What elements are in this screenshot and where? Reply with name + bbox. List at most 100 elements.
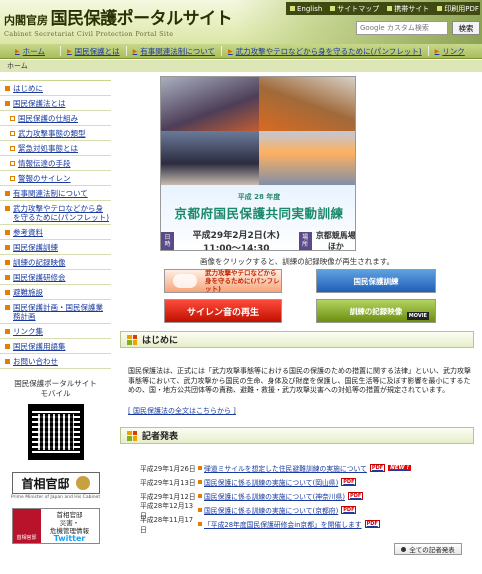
search-input[interactable] — [356, 21, 448, 35]
press-row: 平成29年1月26日 弾道ミサイルを想定した住民避難訓練の実施について PDF NEW… — [140, 461, 472, 475]
press-heading: 記者発表 — [120, 427, 474, 444]
nav-divider — [221, 46, 223, 56]
intro-heading: はじめに — [120, 331, 474, 348]
press-row: 平成29年1月13日 国民保護に係る訓練の実施について(岡山県) PDF — [140, 475, 472, 489]
sidebar-item[interactable]: 情報伝達の手段 — [0, 156, 111, 171]
drill-video-banner[interactable]: 平成 28 年度 京都府国民保護共同実動訓練 日時 平成29年2月2日(木) 1… — [160, 76, 356, 251]
new-badge: NEW ! — [388, 465, 412, 471]
press-list: 平成29年1月26日 弾道ミサイルを想定した住民避難訓練の実施について PDF NEW… — [140, 461, 472, 534]
square-bullet-icon — [198, 508, 202, 512]
siren-play-button[interactable]: サイレン音の再生 — [164, 299, 282, 323]
sidebar-item[interactable]: 国民保護の仕組み — [0, 111, 111, 126]
square-bullet-icon — [5, 290, 10, 295]
arrow-right-icon: ▶ — [132, 47, 138, 55]
util-print-pdf-link[interactable]: 印刷用PDF — [433, 4, 482, 14]
nav-divider — [60, 46, 61, 56]
sidebar-item-label: 国民保護計画・国民保護業務計画 — [13, 303, 103, 321]
logo-title: 国民保護ポータルサイト — [50, 9, 233, 29]
sidebar-item[interactable]: 武力攻撃事態の類型 — [0, 126, 111, 141]
press-date: 平成28年11月17日 — [140, 516, 194, 534]
intro-body: 国民保護法は、正式には「武力攻撃事態等における国民の保護のための措置に関する法律… — [128, 367, 471, 394]
sidebar-item[interactable]: お問い合わせ — [0, 354, 111, 369]
drill-video-label: 訓練の記録映像 — [349, 306, 403, 316]
kantei-banner[interactable]: 首相官邸 — [11, 472, 100, 494]
sidebar-item[interactable]: 武力攻撃やテロなどから身を守るために(パンフレット) — [0, 201, 111, 225]
sidebar-item[interactable]: 訓練の記録映像 — [0, 255, 111, 270]
logo-org: 内閣官房 — [4, 14, 48, 27]
drill-button[interactable]: 国民保護訓練 — [316, 269, 436, 293]
sidebar-item[interactable]: はじめに — [0, 81, 111, 96]
square-bullet-icon — [5, 359, 10, 364]
util-sitemap-link[interactable]: サイトマップ — [326, 4, 383, 14]
press-link[interactable]: 「平成28年度国民保護研修会in京都」を開催します PDF — [198, 519, 380, 529]
pamphlet-button[interactable]: 武力攻撃やテロなどから 身を守るために(パンフレット) — [164, 269, 282, 293]
square-bullet-icon — [330, 6, 336, 11]
sidebar-item-label: 参考資料 — [13, 228, 43, 237]
square-bullet-icon — [198, 494, 202, 498]
pdf-icon: PDF — [369, 464, 386, 472]
square-bullet-icon — [5, 305, 10, 310]
hands-icon — [173, 274, 197, 288]
sidebar-item[interactable]: 国民保護訓練 — [0, 240, 111, 255]
nav-home[interactable]: ▶ ホーム — [0, 46, 60, 57]
press-link[interactable]: 弾道ミサイルを想定した住民避難訓練の実施について PDF NEW ! — [198, 463, 412, 473]
press-title: 国民保護に係る訓練の実施について(神奈川県) — [204, 493, 346, 501]
sidebar-menu: はじめに国民保護法とは国民保護の仕組み 武力攻撃事態の類型 緊急対処事態とは 情報伝達… — [0, 80, 111, 369]
sidebar-item[interactable]: 国民保護用語集 — [0, 339, 111, 354]
square-bullet-icon — [290, 6, 295, 11]
sidebar: はじめに国民保護法とは国民保護の仕組み 武力攻撃事態の類型 緊急対処事態とは 情報伝達… — [0, 80, 111, 544]
pdf-icon: PDF — [364, 520, 380, 528]
square-bullet-icon — [5, 329, 10, 334]
sidebar-item-label: 国民保護法とは — [13, 99, 66, 108]
sidebar-item[interactable]: リンク集 — [0, 324, 111, 339]
sidebar-item[interactable]: 警報のサイレン — [0, 171, 111, 186]
util-english-link[interactable]: English — [286, 5, 326, 13]
site-logo[interactable]: 内閣官房 国民保護ポータルサイト Cabinet Secretariat Civ… — [4, 4, 233, 38]
press-row: 平成28年11月17日 「平成28年度国民保護研修会in京都」を開催します PDF — [140, 516, 472, 534]
banner-date: 平成29年2月2日(木) 11:00～14:30 — [192, 231, 280, 251]
square-bullet-icon — [5, 230, 10, 235]
law-fulltext-link[interactable]: [ 国民保護法の全文はこちらから ] — [128, 406, 236, 416]
sidebar-item[interactable]: 国民保護法とは — [0, 96, 111, 111]
twitter-line2: 災害・ — [59, 519, 80, 527]
sidebar-item-label: 武力攻撃やテロなどから身を守るために(パンフレット) — [13, 204, 110, 222]
sidebar-item-label: はじめに — [13, 84, 43, 93]
all-press-button[interactable]: 全ての記者発表 — [394, 543, 462, 555]
nav-legislation[interactable]: ▶ 有事関連法制について — [127, 46, 221, 57]
sidebar-item-label: 有事関連法制について — [13, 189, 88, 198]
sidebar-item-label: リンク集 — [13, 327, 43, 336]
breadcrumb: ホーム — [0, 60, 482, 72]
square-bullet-icon — [10, 176, 15, 181]
twitter-line1: 首相官邸 — [56, 511, 83, 519]
sidebar-item[interactable]: 緊急対処事態とは — [0, 141, 111, 156]
sidebar-item-label: 避難施設 — [13, 288, 43, 297]
sidebar-item[interactable]: 国民保護計画・国民保護業務計画 — [0, 300, 111, 324]
sidebar-item-label: 国民保護研修会 — [13, 273, 66, 282]
sidebar-item[interactable]: 避難施設 — [0, 285, 111, 300]
util-mobile-link[interactable]: 携帯サイト — [383, 4, 433, 14]
press-link[interactable]: 国民保護に係る訓練の実施について(神奈川県) PDF — [198, 491, 364, 501]
sidebar-item[interactable]: 国民保護研修会 — [0, 270, 111, 285]
site-header: 内閣官房 国民保護ポータルサイト Cabinet Secretariat Civ… — [0, 0, 482, 44]
press-link[interactable]: 国民保護に係る訓練の実施について(岡山県) PDF — [198, 477, 357, 487]
nav-pamphlet[interactable]: ▶ 武力攻撃やテロなどから身を守るために(パンフレット) — [222, 46, 428, 57]
sidebar-item[interactable]: 参考資料 — [0, 225, 111, 240]
banner-date-tag: 日時 — [161, 232, 175, 250]
section-squares-icon — [127, 430, 137, 441]
square-bullet-icon — [5, 260, 10, 265]
sidebar-item[interactable]: 有事関連法制について — [0, 186, 111, 201]
nav-about[interactable]: ▶ 国民保護とは — [61, 46, 126, 57]
arrow-right-icon: ▶ — [67, 47, 72, 55]
press-title: 弾道ミサイルを想定した住民避難訓練の実施について — [204, 465, 367, 473]
kantei-twitter-banner[interactable]: 首相官邸 首相官邸 災害・ 危機管理情報 Twitter — [11, 508, 100, 544]
press-link[interactable]: 国民保護に係る訓練の実施について(京都府) PDF — [198, 505, 357, 515]
search-button[interactable]: 検索 — [452, 21, 480, 35]
banner-caption: 画像をクリックすると、訓練の記録映像が再生されます。 — [200, 257, 394, 266]
arrow-right-icon: ▶ — [15, 47, 20, 55]
pdf-icon: PDF — [341, 478, 357, 486]
nav-divider — [427, 46, 429, 56]
nav-links[interactable]: ▶ リンク — [429, 46, 471, 57]
drill-video-button[interactable]: 訓練の記録映像 MOVIE — [316, 299, 436, 323]
global-nav: ▶ ホーム ▶ 国民保護とは ▶ 有事関連法制について ▶ 武力攻撃やテロなどから身を守… — [0, 44, 482, 59]
sidebar-item-label: 国民保護訓練 — [13, 243, 58, 252]
